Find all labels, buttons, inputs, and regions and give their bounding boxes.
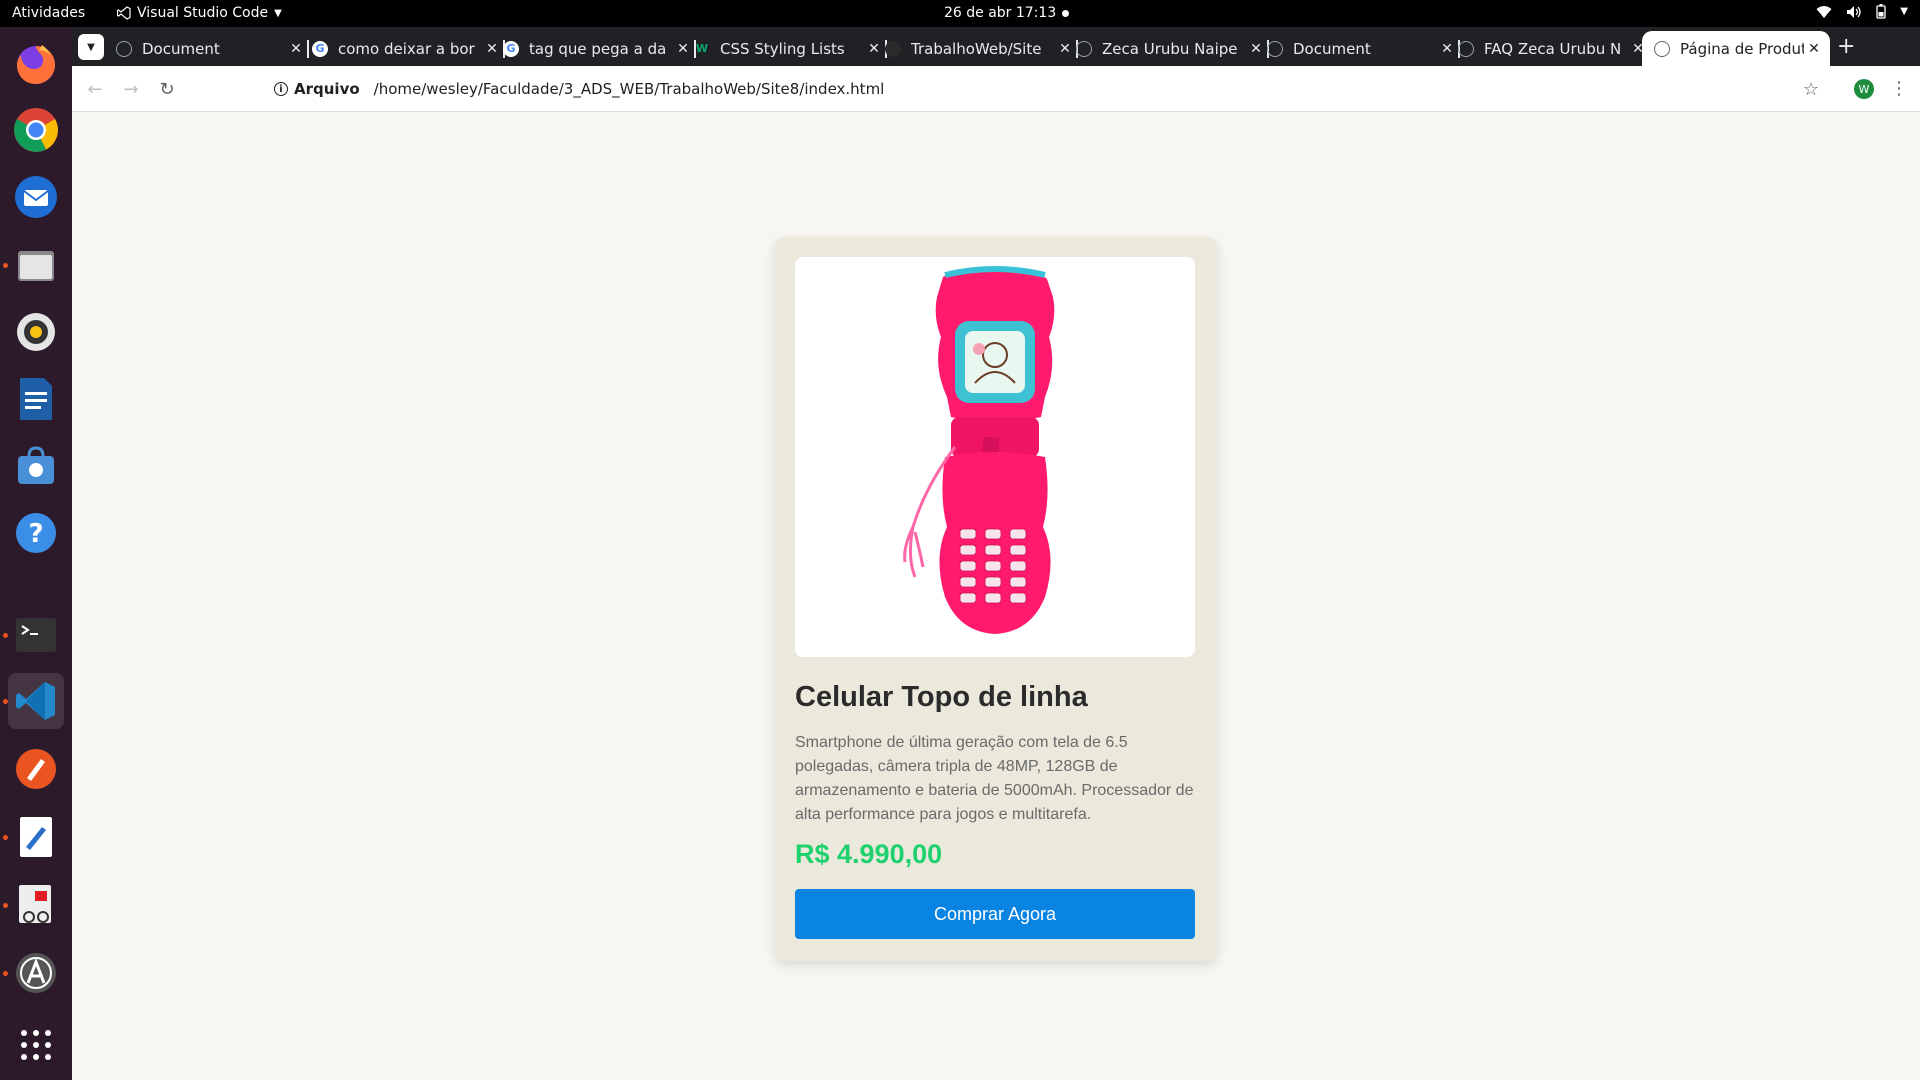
close-icon[interactable]: ✕ (673, 41, 693, 57)
tab-title: Zeca Urubu Naipe (1102, 39, 1238, 58)
app-menu-label: Visual Studio Code (137, 5, 269, 21)
site-info-label[interactable]: Arquivo (294, 80, 360, 98)
thunderbird-icon[interactable] (8, 169, 64, 225)
system-tray[interactable]: ▼ (1816, 4, 1908, 19)
url-text[interactable]: /home/wesley/Faculdade/3_ADS_WEB/Trabalh… (374, 80, 885, 98)
back-arrow-icon[interactable]: ← (82, 76, 108, 102)
tab-title: CSS Styling Lists (720, 39, 845, 58)
page-content: Celular Topo de linha Smartphone de últi… (72, 113, 1920, 1080)
tab-title: Página de Produto (1680, 39, 1804, 58)
google-icon: G (312, 40, 328, 57)
tab-google-search-2[interactable]: G tag que pega a da ✕ (503, 31, 696, 66)
close-icon[interactable]: ✕ (1804, 41, 1824, 57)
notification-dot-icon (1062, 10, 1069, 17)
firefox-icon[interactable] (8, 35, 64, 91)
chevron-down-icon: ▼ (1900, 6, 1908, 17)
software-updater-icon[interactable] (8, 945, 64, 1001)
tab-title: Document (142, 39, 220, 58)
writer-icon[interactable] (8, 371, 64, 427)
address-bar[interactable]: i Arquivo /home/wesley/Faculdade/3_ADS_W… (192, 71, 1837, 107)
google-icon: G (503, 40, 519, 57)
app-menu[interactable]: Visual Studio Code ▼ (117, 5, 282, 21)
tab-css-styling-lists[interactable]: W CSS Styling Lists ✕ (694, 31, 887, 66)
terminal-icon[interactable] (8, 607, 64, 663)
tab-search-button[interactable]: ▼ (78, 34, 104, 60)
dock: ? (0, 27, 72, 1080)
vscode-icon[interactable] (8, 673, 64, 729)
tab-github-repo[interactable]: TrabalhoWeb/Site ✕ (885, 31, 1078, 66)
software-store-icon[interactable] (8, 438, 64, 494)
product-title: Celular Topo de linha (795, 681, 1088, 713)
system-top-bar: Atividades Visual Studio Code ▼ 26 de ab… (0, 0, 1920, 27)
show-apps-icon[interactable] (21, 1030, 51, 1060)
tab-faq-zeca-urubu[interactable]: FAQ Zeca Urubu N ✕ (1458, 31, 1648, 66)
close-icon[interactable]: ✕ (1437, 41, 1457, 57)
close-icon[interactable]: ✕ (1055, 41, 1075, 57)
close-icon[interactable]: ✕ (1246, 41, 1266, 57)
globe-icon (1654, 40, 1670, 57)
tab-document-2[interactable]: Document ✕ (1267, 31, 1460, 66)
tab-google-search-1[interactable]: G como deixar a bor ✕ (312, 31, 505, 66)
vscode-small-icon (117, 6, 131, 20)
bookmark-star-icon[interactable]: ☆ (1803, 79, 1819, 100)
forward-arrow-icon[interactable]: → (118, 76, 144, 102)
chevron-down-icon: ▼ (274, 7, 282, 19)
document-viewer-icon[interactable] (8, 877, 64, 933)
tab-title: Document (1293, 39, 1371, 58)
close-icon[interactable]: ✕ (482, 41, 502, 57)
chrome-icon[interactable] (8, 102, 64, 158)
volume-icon (1847, 5, 1861, 18)
menu-kebab-icon[interactable]: ⋮ (1890, 78, 1908, 99)
globe-icon (116, 40, 132, 57)
browser-window: ▼ Document ✕ G como deixar a bor ✕ G tag… (72, 27, 1920, 1080)
rhythmbox-icon[interactable] (8, 304, 64, 360)
product-image (795, 257, 1195, 657)
battery-icon (1876, 4, 1886, 19)
globe-icon (1458, 40, 1474, 57)
globe-icon (1267, 40, 1283, 57)
activities-button[interactable]: Atividades (12, 5, 85, 21)
tab-zeca-urubu-naipe[interactable]: Zeca Urubu Naipe ✕ (1076, 31, 1269, 66)
profile-avatar[interactable]: W (1854, 79, 1874, 99)
tab-document-1[interactable]: Document ✕ (116, 31, 309, 66)
close-icon[interactable]: ✕ (286, 41, 306, 57)
reload-icon[interactable]: ↻ (154, 76, 180, 102)
chevron-down-icon: ▼ (87, 41, 95, 53)
new-tab-button[interactable]: + (1837, 34, 1855, 59)
clock[interactable]: 26 de abr 17:13 (944, 5, 1056, 21)
svg-text:?: ? (28, 519, 43, 549)
wifi-icon (1816, 5, 1832, 18)
browser-toolbar: ← → ↻ i Arquivo /home/wesley/Faculdade/3… (72, 66, 1920, 112)
tab-title: TrabalhoWeb/Site (911, 39, 1042, 58)
product-description: Smartphone de última geração com tela de… (795, 734, 1194, 823)
tab-title: tag que pega a da (529, 39, 667, 58)
pen-tool-icon[interactable] (8, 741, 64, 797)
info-icon[interactable]: i (274, 82, 288, 96)
tab-strip: ▼ Document ✕ G como deixar a bor ✕ G tag… (72, 27, 1920, 66)
help-icon[interactable]: ? (8, 505, 64, 561)
text-editor-icon[interactable] (8, 809, 64, 865)
globe-icon (1076, 40, 1092, 57)
close-icon[interactable]: ✕ (864, 41, 884, 57)
pink-toy-phone-image (903, 266, 1055, 634)
tab-pagina-de-produto[interactable]: Página de Produto ✕ (1642, 31, 1830, 66)
buy-now-button[interactable]: Comprar Agora (795, 889, 1195, 939)
product-price: R$ 4.990,00 (795, 839, 943, 869)
files-icon[interactable] (8, 237, 64, 293)
tab-title: como deixar a bor (338, 39, 475, 58)
product-card: Celular Topo de linha Smartphone de últi… (775, 237, 1217, 961)
w3schools-icon: W (695, 42, 709, 55)
tab-title: FAQ Zeca Urubu N (1484, 39, 1622, 58)
github-icon (885, 40, 901, 57)
